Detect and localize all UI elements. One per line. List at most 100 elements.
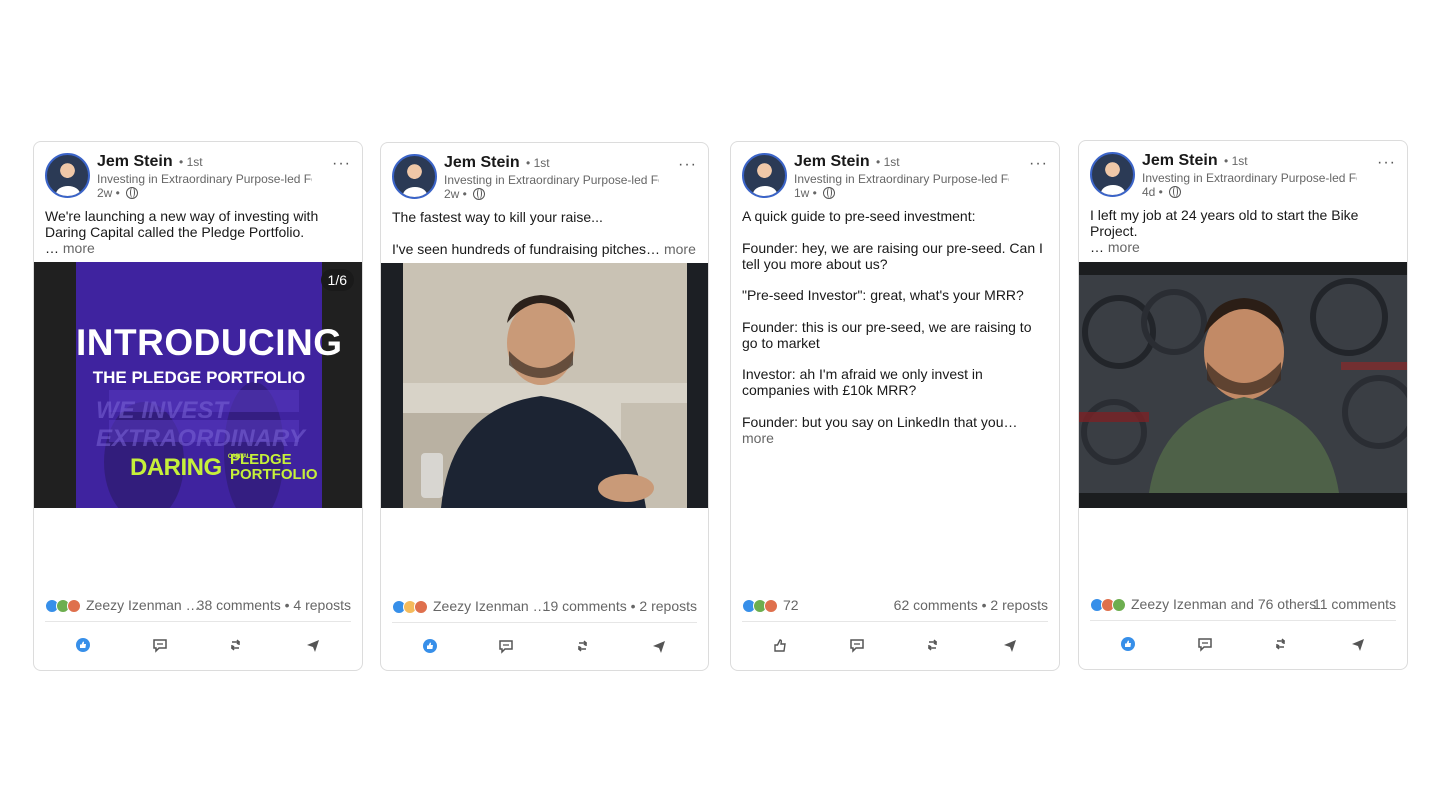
reactions-summary[interactable]: Zeezy Izenman and 76 others [1131, 596, 1316, 612]
reposts-count[interactable]: 2 reposts [990, 597, 1048, 613]
more-options-icon[interactable]: ··· [1377, 154, 1396, 172]
post-meta: 2w • [97, 186, 139, 200]
globe-icon [823, 187, 836, 199]
send-icon [1003, 640, 1016, 652]
post-text: I left my job at 24 years old to start t… [1090, 207, 1397, 255]
reactions-summary[interactable]: 72 [783, 597, 799, 613]
author-avatar[interactable] [392, 154, 437, 199]
more-options-icon[interactable]: ··· [332, 155, 351, 173]
author-name-line[interactable]: Jem Stein • 1st [794, 153, 900, 171]
reactions-summary[interactable]: Zeezy Izenman … [86, 597, 200, 613]
send-button[interactable] [999, 634, 1021, 656]
see-more-link[interactable]: more [63, 240, 95, 256]
author-name[interactable]: Jem Stein [794, 153, 870, 170]
connection-degree: • 1st [526, 156, 550, 170]
social-counts: Zeezy Izenman … 38 comments • 4 reposts [45, 597, 351, 615]
reposts-count[interactable]: 2 reposts [639, 598, 697, 614]
post-text: We're launching a new way of investing w… [45, 208, 352, 256]
repost-icon [231, 639, 241, 651]
author-avatar[interactable] [45, 153, 90, 198]
send-button[interactable] [648, 635, 670, 657]
post-paragraph: Founder: hey, we are raising our pre-see… [742, 239, 1043, 272]
repost-button[interactable] [922, 634, 944, 656]
comment-icon [1198, 638, 1212, 652]
send-button[interactable] [302, 634, 324, 656]
connection-degree: • 1st [179, 155, 203, 169]
comments-count[interactable]: 19 comments [543, 598, 627, 614]
post-last-line-row: Founder: but you say on LinkedIn that yo… [742, 414, 1049, 446]
post-meta: 2w • [444, 187, 486, 201]
more-options-icon[interactable]: ··· [1029, 155, 1048, 173]
love-reaction-icon [67, 599, 81, 613]
media-subtitle: THE PLEDGE PORTFOLIO [92, 368, 306, 387]
post-header: Jem Stein • 1st Investing in Extraordina… [392, 154, 697, 202]
post-last-line: Founder: but you say on LinkedIn that yo… [742, 413, 1018, 430]
globe-icon [126, 187, 139, 199]
author-name-line[interactable]: Jem Stein • 1st [97, 153, 203, 171]
image-counter: 1/6 [320, 269, 354, 291]
engagement-counts: 62 comments • 2 reposts [893, 597, 1048, 613]
reposts-count[interactable]: 4 reposts [293, 597, 351, 613]
post-image[interactable] [1079, 262, 1407, 508]
repost-button[interactable] [225, 634, 247, 656]
see-more-link[interactable]: more [664, 241, 696, 257]
love-reaction-icon [414, 600, 428, 614]
pledge-logo: PLEDGE PORTFOLIO [230, 452, 318, 482]
author-name[interactable]: Jem Stein [444, 154, 520, 171]
comment-button[interactable] [1194, 633, 1216, 655]
post-body: We're launching a new way of investing w… [45, 208, 319, 240]
celebrate-reaction-icon [1112, 598, 1126, 612]
post-image[interactable]: INTRODUCING THE PLEDGE PORTFOLIO WE INVE… [34, 262, 362, 508]
see-more-link[interactable]: more [1108, 239, 1140, 255]
comments-count[interactable]: 11 comments [1313, 596, 1396, 612]
repost-button[interactable] [1270, 633, 1292, 655]
comments-count[interactable]: 38 comments [197, 597, 281, 613]
repost-icon [1276, 638, 1286, 650]
post-card-3: Jem Stein • 1st Investing in Extraordina… [730, 141, 1060, 671]
globe-icon [473, 188, 486, 200]
action-bar [45, 630, 351, 660]
send-button[interactable] [1347, 633, 1369, 655]
ellipsis: … [1090, 239, 1104, 255]
action-bar [392, 631, 697, 661]
author-avatar[interactable] [742, 153, 787, 198]
post-age: 1w • [794, 186, 817, 200]
author-headline: Investing in Extraordinary Purpose-led F… [1142, 171, 1357, 185]
comment-icon [153, 639, 167, 653]
globe-icon [1169, 186, 1182, 198]
divider [1090, 620, 1396, 621]
author-name-line[interactable]: Jem Stein • 1st [1142, 152, 1248, 170]
like-button[interactable] [769, 634, 791, 656]
reactions-summary[interactable]: Zeezy Izenman … [433, 598, 547, 614]
author-headline: Investing in Extraordinary Purpose-led F… [97, 172, 312, 186]
see-more-link[interactable]: more [742, 430, 774, 446]
post-paragraph: Investor: ah I'm afraid we only invest i… [742, 366, 983, 398]
post-line-1: The fastest way to kill your raise... [392, 209, 603, 225]
like-button[interactable] [1117, 633, 1139, 655]
send-icon [1351, 639, 1364, 651]
post-card-4: Jem Stein • 1st Investing in Extraordina… [1078, 140, 1408, 670]
like-button[interactable] [419, 635, 441, 657]
post-card-2: Jem Stein • 1st Investing in Extraordina… [380, 142, 709, 671]
more-options-icon[interactable]: ··· [678, 156, 697, 174]
post-image[interactable] [381, 263, 708, 508]
repost-button[interactable] [572, 635, 594, 657]
repost-icon [928, 639, 938, 651]
comment-button[interactable] [495, 635, 517, 657]
love-reaction-icon [764, 599, 778, 613]
like-button[interactable] [72, 634, 94, 656]
comment-button[interactable] [846, 634, 868, 656]
social-counts: 72 62 comments • 2 reposts [742, 597, 1048, 615]
like-icon [423, 639, 438, 653]
author-name[interactable]: Jem Stein [1142, 152, 1218, 169]
bike-project-photo [1079, 275, 1407, 493]
comments-count[interactable]: 62 comments [894, 597, 978, 613]
comment-button[interactable] [149, 634, 171, 656]
repost-icon [577, 640, 587, 652]
author-avatar[interactable] [1090, 152, 1135, 197]
comment-icon [850, 639, 864, 653]
author-name-line[interactable]: Jem Stein • 1st [444, 154, 550, 172]
connection-degree: • 1st [1224, 154, 1248, 168]
author-name[interactable]: Jem Stein [97, 153, 173, 170]
engagement-counts: 19 comments • 2 reposts [542, 598, 697, 614]
